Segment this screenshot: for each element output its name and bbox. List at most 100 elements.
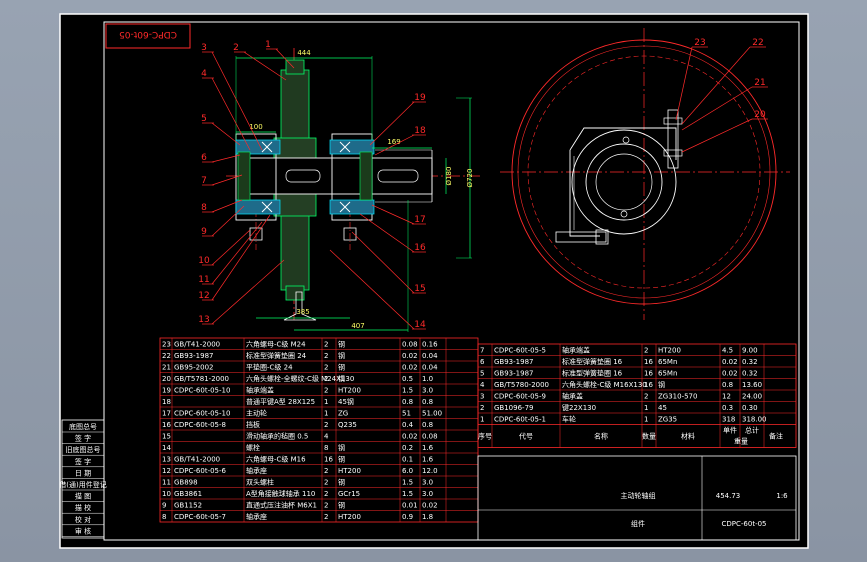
bom-left-cell: 2 <box>324 513 328 521</box>
drawing-weight: 454.73 <box>716 492 741 500</box>
callout-8: 8 <box>201 203 207 213</box>
dim-407: 407 <box>351 322 364 330</box>
bom-left-cell: ZG <box>338 410 348 418</box>
bom-left-cell: 挡板 <box>246 420 260 429</box>
bom-header-cell: 单件 <box>723 426 737 435</box>
bom-left-cell: 18 <box>162 398 171 406</box>
bom-left-cell: 8 <box>162 513 166 521</box>
bom-left-cell: GB95-2002 <box>174 364 213 372</box>
strip-label: 签 字 <box>75 457 91 466</box>
bom-left-cell: 0.16 <box>422 341 438 349</box>
bom-left-cell: 2 <box>324 375 328 383</box>
bom-left-cell: 2 <box>324 387 328 395</box>
bom-right-cell: 六角头螺栓-C级 M16X130 <box>562 380 647 389</box>
bom-right-cell: 键22X130 <box>562 403 596 412</box>
bom-right-cell: 4.5 <box>722 347 733 355</box>
bom-left-cell: 六角螺母-C级 M16 <box>246 455 306 464</box>
bom-left-cell: A型角接触球轴承 110 <box>246 489 315 498</box>
bom-right-cell: 318 <box>722 416 735 424</box>
bom-right-cell: 318.00 <box>742 416 767 424</box>
bom-right-cell: CDPC-60t-05-9 <box>494 393 546 401</box>
bom-left-cell: 23 <box>162 341 171 349</box>
bom-header-cell: 备注 <box>769 432 783 441</box>
strip-label: 借(通)用件登记 <box>59 480 106 489</box>
bom-left-cell: 0.4 <box>402 421 414 429</box>
bom-header-cell: 数量 <box>642 432 656 441</box>
callout-20: 20 <box>754 110 766 120</box>
bom-left-cell: 9 <box>162 502 166 510</box>
strip-label: 描 图 <box>75 492 91 501</box>
callout-1: 1 <box>265 40 271 50</box>
stamp-code-text: CDPC-60t-05 <box>119 29 177 39</box>
callout-21: 21 <box>754 78 765 88</box>
bom-left-cell: 1.5 <box>402 490 413 498</box>
bom-right-cell: 4 <box>480 381 485 389</box>
bom-right-cell: 24.00 <box>742 393 762 401</box>
bom-left-cell: 2 <box>324 341 328 349</box>
bom-left-cell: 钢 <box>338 363 345 372</box>
bom-left-cell: 滑动轴承的毡圈 0.5 <box>246 432 308 441</box>
dim-444: 444 <box>297 49 311 57</box>
bom-left-cell: 15 <box>162 433 171 441</box>
bom-left-cell: 0.02 <box>422 502 438 510</box>
bom-right-cell: GB/T5780-2000 <box>494 381 549 389</box>
bom-left-cell: 3.0 <box>422 479 433 487</box>
bom-left-cell: 2 <box>324 364 328 372</box>
bom-left-cell: 12.0 <box>422 467 438 475</box>
bom-left-cell: 钢 <box>338 374 345 383</box>
bom-header-cell: 名称 <box>594 432 608 441</box>
bom-right-cell: 65Mn <box>658 358 677 366</box>
bom-left-cell: 1.6 <box>422 456 434 464</box>
bom-left-cell: CDPC-60t-05-10 <box>174 410 230 418</box>
bom-left-cell: GB/T5781-2000 <box>174 375 229 383</box>
bom-left-cell: HT200 <box>338 513 361 521</box>
bom-right-cell: 2 <box>644 393 648 401</box>
bom-left-cell: GB898 <box>174 479 198 487</box>
bom-left-cell: GB1152 <box>174 502 202 510</box>
bom-left-cell: 0.8 <box>422 421 433 429</box>
bom-right-cell: 2 <box>644 347 648 355</box>
bom-left-cell: 螺栓 <box>246 443 260 452</box>
bom-right-cell: 0.32 <box>742 370 758 378</box>
bom-left-cell: 标准型弹簧垫圈 24 <box>246 351 307 360</box>
bom-left-cell: 2 <box>324 490 328 498</box>
bom-left-cell: 1.0 <box>422 375 433 383</box>
bom-left-cell: 51.00 <box>422 410 442 418</box>
bom-left-cell: GB3861 <box>174 490 202 498</box>
bom-left-cell: 10 <box>162 490 171 498</box>
bom-left-cell: 8 <box>324 444 328 452</box>
bom-left-cell: Q235 <box>338 421 357 429</box>
bom-right-cell: CDPC-60t-05-5 <box>494 347 546 355</box>
callout-16: 16 <box>414 243 426 253</box>
bom-left-cell: 0.08 <box>402 341 418 349</box>
bom-right-cell: 65Mn <box>658 370 677 378</box>
bom-left-cell: GCr15 <box>338 490 360 498</box>
bom-left-cell: 2 <box>324 479 328 487</box>
drawing-scale: 1:6 <box>776 492 788 500</box>
bom-left-cell: GB/T41-2000 <box>174 456 220 464</box>
bom-left-cell: 1.6 <box>422 444 434 452</box>
bom-left-cell: GB93-1987 <box>174 352 213 360</box>
bom-left-cell: 3.0 <box>422 387 433 395</box>
bom-left-cell: 六角螺母-C级 M24 <box>246 340 306 349</box>
bom-left-cell: 19 <box>162 387 171 395</box>
bom-right-cell: 16 <box>644 381 653 389</box>
bom-right-cell: GB93-1987 <box>494 358 533 366</box>
bom-left-cell: 17 <box>162 410 171 418</box>
bom-left-cell: 2 <box>324 467 328 475</box>
bom-right-cell: 12 <box>722 393 731 401</box>
bom-right-cell: ZG35 <box>658 416 677 424</box>
bom-left-cell: 1.8 <box>422 513 433 521</box>
bom-left-cell: 0.2 <box>402 444 413 452</box>
dim-180: Ø180 <box>445 167 453 186</box>
bom-right-cell: CDPC-60t-05-1 <box>494 416 546 424</box>
bom-left-cell: 主动轮 <box>246 409 267 418</box>
bom-left-cell: 轴承座 <box>246 512 267 521</box>
callout-18: 18 <box>414 126 426 136</box>
callout-12: 12 <box>198 291 209 301</box>
bom-right-cell: GB93-1987 <box>494 370 533 378</box>
callout-10: 10 <box>198 256 210 266</box>
bom-left-cell: 普通平键A型 28X125 <box>246 397 315 406</box>
bom-left-cell: CDPC-60t-05-8 <box>174 421 226 429</box>
bom-left-cell: 0.8 <box>422 398 433 406</box>
